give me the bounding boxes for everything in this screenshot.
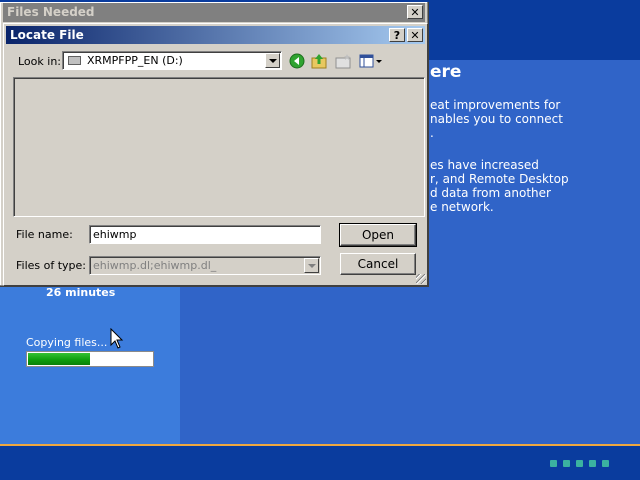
progress-dots	[550, 460, 609, 467]
open-button[interactable]: Open	[339, 223, 417, 247]
files-of-type-value: ehiwmp.dl;ehiwmp.dl_	[93, 259, 217, 272]
drive-icon	[68, 56, 81, 65]
status-text: Copying files...	[26, 336, 108, 349]
resize-grip[interactable]	[416, 274, 426, 284]
mouse-cursor-icon	[110, 328, 124, 349]
back-icon[interactable]	[288, 52, 306, 70]
background-bottom-band	[0, 446, 640, 480]
dot	[576, 460, 583, 467]
chevron-down-icon[interactable]	[265, 53, 280, 68]
file-name-input[interactable]: ehiwmp	[89, 225, 321, 244]
file-name-label: File name:	[16, 228, 73, 241]
look-in-label: Look in:	[18, 55, 61, 68]
locate-file-title: Locate File	[10, 28, 84, 42]
cancel-button[interactable]: Cancel	[340, 253, 416, 275]
view-menu-icon[interactable]	[358, 52, 384, 70]
dot	[589, 460, 596, 467]
setup-heading: ere	[430, 62, 462, 82]
time-remaining: 26 minutes	[46, 286, 116, 299]
locate-file-titlebar: Locate File ? ✕	[6, 26, 425, 44]
progress-bar	[26, 351, 154, 367]
dot	[563, 460, 570, 467]
files-of-type-dropdown: ehiwmp.dl;ehiwmp.dl_	[89, 256, 321, 275]
files-needed-title: Files Needed	[7, 5, 95, 19]
file-list-area[interactable]	[13, 77, 425, 217]
up-folder-icon[interactable]	[310, 52, 328, 70]
locate-file-close-button[interactable]: ✕	[407, 28, 423, 42]
new-folder-icon[interactable]	[334, 52, 352, 70]
setup-paragraph-2: es have increased r, and Remote Desktop …	[430, 158, 569, 214]
dot	[602, 460, 609, 467]
setup-paragraph-1: eat improvements for nables you to conne…	[430, 98, 563, 140]
dot	[550, 460, 557, 467]
files-of-type-label: Files of type:	[16, 259, 87, 272]
files-needed-close-button[interactable]: ✕	[407, 5, 423, 19]
look-in-value: XRMPFPP_EN (D:)	[87, 54, 183, 67]
files-needed-titlebar: Files Needed ✕	[3, 3, 425, 22]
locate-file-dialog: Locate File ? ✕ Look in: XRMPFPP_EN (D:)…	[3, 23, 428, 286]
chevron-down-icon	[304, 258, 319, 273]
progress-fill	[28, 353, 90, 365]
help-button[interactable]: ?	[389, 28, 405, 42]
look-in-dropdown[interactable]: XRMPFPP_EN (D:)	[62, 51, 282, 70]
